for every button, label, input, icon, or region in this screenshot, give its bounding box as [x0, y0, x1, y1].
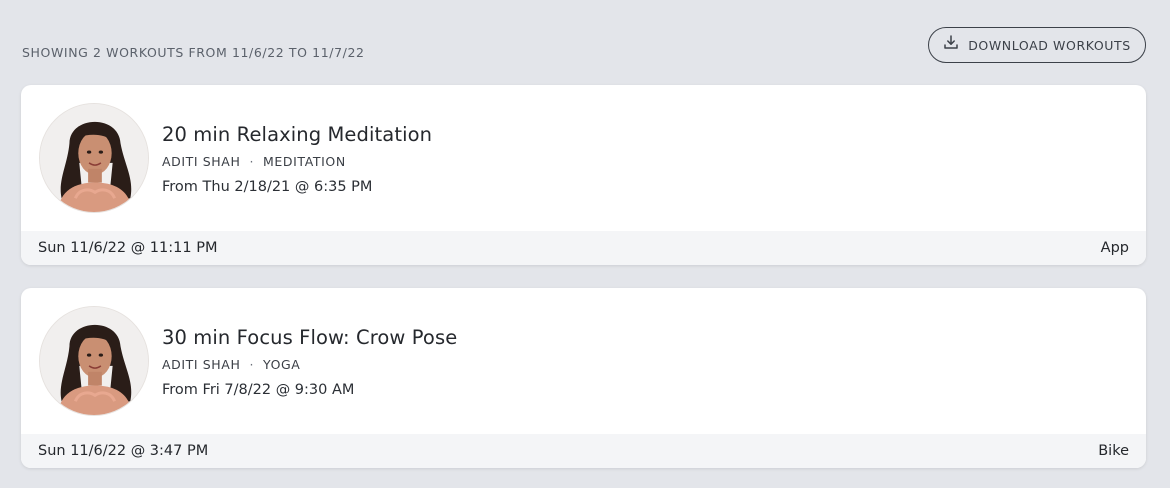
download-workouts-label: DOWNLOAD WORKOUTS [968, 37, 1131, 53]
workout-completed-date: Sun 11/6/22 @ 3:47 PM [38, 443, 209, 459]
workout-category: MEDITATION [263, 154, 346, 169]
workout-platform: Bike [1098, 443, 1129, 459]
workout-meta: ADITI SHAH · MEDITATION [162, 154, 346, 169]
meta-separator: · [249, 357, 255, 372]
workout-category: YOGA [263, 357, 301, 372]
workout-title[interactable]: 30 min Focus Flow: Crow Pose [162, 326, 457, 349]
workout-card-body: 20 min Relaxing Meditation ADITI SHAH · … [21, 85, 1146, 231]
workout-card-body: 30 min Focus Flow: Crow Pose ADITI SHAH … [21, 288, 1146, 434]
workout-card[interactable]: 20 min Relaxing Meditation ADITI SHAH · … [21, 85, 1146, 265]
workout-completed-date: Sun 11/6/22 @ 11:11 PM [38, 240, 218, 256]
instructor-avatar [39, 306, 149, 416]
workout-card-footer: Sun 11/6/22 @ 11:11 PM App [21, 231, 1146, 265]
workout-card[interactable]: 30 min Focus Flow: Crow Pose ADITI SHAH … [21, 288, 1146, 468]
workout-card-footer: Sun 11/6/22 @ 3:47 PM Bike [21, 434, 1146, 468]
meta-separator: · [249, 154, 255, 169]
workout-original-date: From Fri 7/8/22 @ 9:30 AM [162, 382, 355, 398]
download-icon [943, 35, 959, 53]
workouts-summary: SHOWING 2 WORKOUTS FROM 11/6/22 TO 11/7/… [22, 45, 365, 60]
workouts-header: SHOWING 2 WORKOUTS FROM 11/6/22 TO 11/7/… [0, 0, 1170, 85]
instructor-avatar [39, 103, 149, 213]
workout-title[interactable]: 20 min Relaxing Meditation [162, 123, 432, 146]
instructor-name[interactable]: ADITI SHAH [162, 357, 240, 372]
workout-original-date: From Thu 2/18/21 @ 6:35 PM [162, 179, 373, 195]
instructor-name[interactable]: ADITI SHAH [162, 154, 240, 169]
workout-platform: App [1100, 240, 1129, 256]
workout-meta: ADITI SHAH · YOGA [162, 357, 300, 372]
download-workouts-button[interactable]: DOWNLOAD WORKOUTS [928, 27, 1146, 63]
